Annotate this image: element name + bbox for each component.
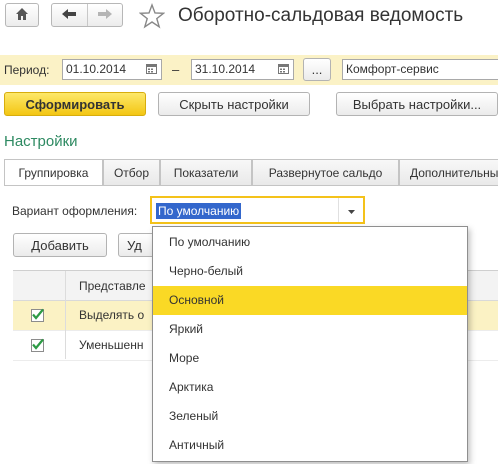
period-from-calendar-button[interactable] [142, 60, 161, 79]
period-select-button[interactable]: ... [303, 58, 331, 81]
column-divider [65, 271, 66, 359]
row-text: Уменьшенн [79, 338, 144, 352]
choose-settings-button[interactable]: Выбрать настройки... [336, 92, 498, 116]
settings-title: Настройки [4, 133, 78, 150]
row-checkbox[interactable] [31, 338, 44, 352]
row-checkbox[interactable] [31, 308, 44, 322]
tab-additional[interactable]: Дополнительные [399, 159, 498, 185]
tab-filter[interactable]: Отбор [103, 159, 160, 185]
dropdown-option[interactable]: Зеленый [153, 402, 467, 431]
organization-field[interactable]: Комфорт-сервис [342, 59, 498, 80]
calendar-icon [278, 63, 289, 77]
page-title: Оборотно-сальдовая ведомость [178, 5, 464, 26]
home-button[interactable] [5, 3, 39, 27]
arrow-right-icon [97, 8, 113, 23]
generate-button[interactable]: Сформировать [4, 92, 146, 116]
period-label: Период: [4, 63, 50, 77]
chevron-down-icon [348, 203, 355, 217]
dropdown-option[interactable]: Античный [153, 431, 467, 460]
arrow-left-icon [61, 8, 77, 23]
nav-back-forward-group [51, 3, 123, 27]
favorite-button[interactable] [138, 3, 166, 32]
period-separator: – [172, 62, 180, 77]
calendar-icon [146, 63, 157, 77]
dropdown-arrow-button[interactable] [338, 198, 364, 222]
star-icon [138, 3, 166, 32]
period-bar: Период: 01.10.2014 – 31.10.2014 ... Комф… [0, 55, 498, 85]
dropdown-option[interactable]: Яркий [153, 315, 467, 344]
tabs-divider [4, 185, 498, 186]
column-header-presentation[interactable]: Представле [79, 279, 146, 293]
tab-grouping[interactable]: Группировка [4, 159, 103, 185]
tab-expanded-balance[interactable]: Развернутое сальдо [252, 159, 399, 185]
tab-indicators[interactable]: Показатели [160, 159, 252, 185]
add-button[interactable]: Добавить [13, 233, 107, 257]
settings-tabs: Группировка Отбор Показатели Развернутое… [4, 159, 498, 185]
variant-dropdown-list: По умолчанию Черно-белый Основной Яркий … [152, 226, 468, 462]
variant-label: Вариант оформления: [12, 204, 138, 218]
dropdown-option[interactable]: Черно-белый [153, 257, 467, 286]
dropdown-option-selected[interactable]: Основной [153, 286, 467, 315]
dropdown-option[interactable]: Арктика [153, 373, 467, 402]
dropdown-option[interactable]: Море [153, 344, 467, 373]
variant-value: По умолчанию [156, 203, 242, 219]
period-to-calendar-button[interactable] [274, 60, 293, 79]
hide-settings-button[interactable]: Скрыть настройки [158, 92, 310, 116]
dropdown-option[interactable]: По умолчанию [153, 228, 467, 257]
back-button[interactable] [52, 4, 88, 26]
row-text: Выделять о [79, 308, 145, 322]
home-icon [15, 7, 29, 24]
variant-select[interactable]: По умолчанию [150, 196, 365, 224]
forward-button[interactable] [88, 4, 123, 26]
